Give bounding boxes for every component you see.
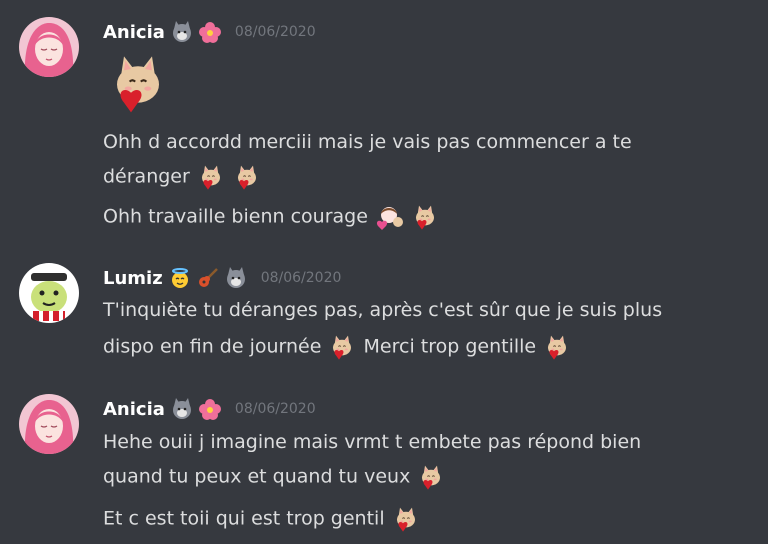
girl-cat-emoji[interactable] [374,202,404,232]
hibiscus-icon [198,22,221,43]
message-line: quand tu peux et quand tu veux [103,462,446,492]
username[interactable]: Anicia [103,22,165,43]
cat-heart-emoji[interactable] [416,462,446,492]
avatar[interactable] [19,17,79,77]
avatar[interactable] [19,263,79,323]
cat-heart-emoji[interactable] [410,202,440,232]
cat-heart-emoji[interactable] [391,504,421,534]
timestamp: 08/06/2020 [234,24,316,40]
message-line: dispo en fin de journée Merci trop genti… [103,332,572,362]
message-line: Et c est toii qui est trop gentil [103,504,421,534]
cat-heart-emoji[interactable] [103,48,173,118]
message-line: Hehe ouii j imagine mais vrmt t embete p… [103,431,642,453]
username[interactable]: Lumiz [103,268,163,289]
angel-face-icon [171,268,188,288]
timestamp: 08/06/2020 [234,401,316,417]
avatar[interactable] [19,394,79,454]
cat-heart-emoji[interactable] [196,162,226,192]
cat-heart-emoji[interactable] [542,332,572,362]
wolf-icon [226,267,245,288]
hibiscus-icon [198,399,221,420]
message-line: Ohh d accordd merciii mais je vais pas c… [103,131,632,153]
message-line: déranger [103,162,262,192]
wolf-icon [172,21,191,42]
guitar-icon [198,268,218,287]
wolf-icon [172,398,191,419]
username[interactable]: Anicia [103,399,165,420]
cat-heart-emoji[interactable] [232,162,262,192]
cat-heart-emoji[interactable] [327,332,357,362]
message-line: T'inquiète tu déranges pas, après c'est … [103,299,663,321]
message-line: Ohh travaille bienn courage [103,202,440,232]
timestamp: 08/06/2020 [260,270,342,286]
